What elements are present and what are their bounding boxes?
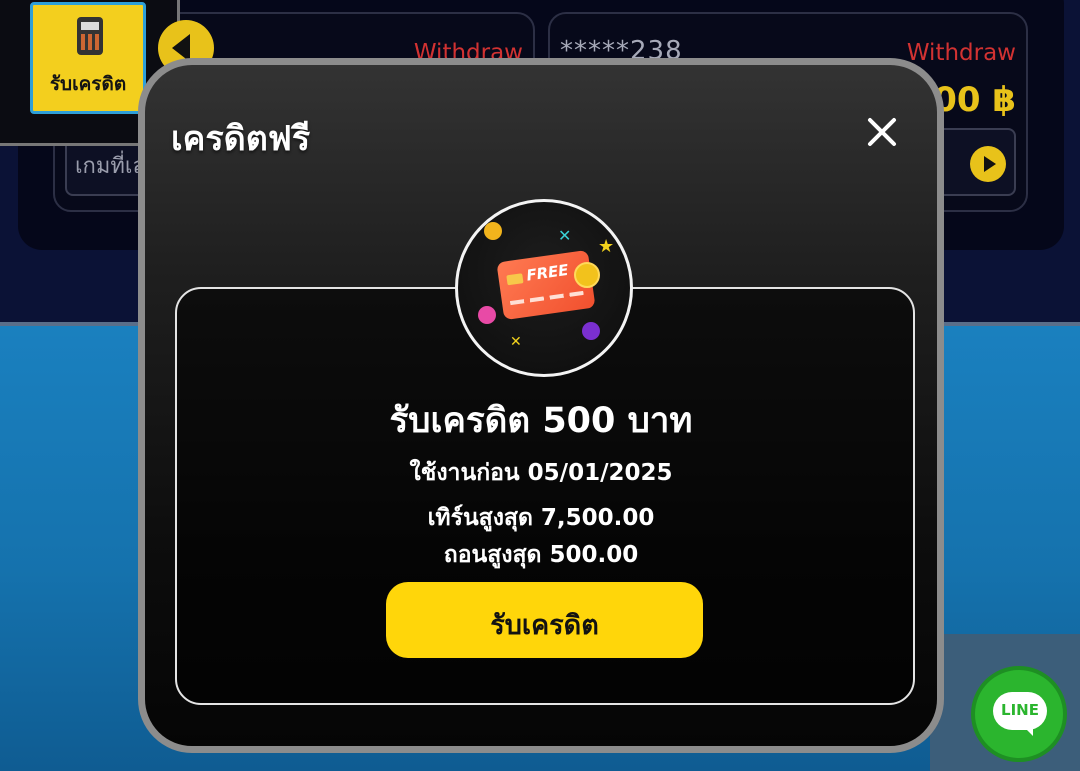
play-icon[interactable] xyxy=(970,146,1006,182)
coin-icon xyxy=(574,262,600,288)
card-chip-icon xyxy=(506,273,524,286)
withdraw-link[interactable]: Withdraw xyxy=(907,40,1016,66)
card-stripe xyxy=(509,290,584,306)
modal-title: เครดิตฟรี xyxy=(171,119,311,159)
max-turnover: เทิร์นสูงสุด 7,500.00 xyxy=(427,505,655,531)
use-before-date: ใช้งานก่อน 05/01/2025 xyxy=(409,460,673,486)
claim-credit-label: รับเครดิต xyxy=(490,610,599,641)
free-credit-modal: เครดิตฟรี ✕ ★ FREE ✕ รับเครดิต 500 บาท ใ… xyxy=(138,58,944,753)
emoji-icon xyxy=(484,222,502,240)
game-field-label: เกมที่เล xyxy=(75,154,146,179)
line-chat-button[interactable]: LINE xyxy=(975,670,1063,758)
sparkle-icon: ✕ xyxy=(510,334,522,350)
free-credit-badge: ✕ ★ FREE ✕ xyxy=(455,199,633,377)
quick-credit-tile[interactable]: รับเครดิต xyxy=(30,2,146,114)
pink-ball-icon xyxy=(478,306,496,324)
quick-credit-label: รับเครดิต xyxy=(49,73,127,95)
line-icon: LINE xyxy=(993,692,1047,736)
max-withdraw: ถอนสูงสุด 500.00 xyxy=(443,542,639,568)
badge-free-text: FREE xyxy=(525,260,570,285)
line-label: LINE xyxy=(1001,701,1039,719)
claim-credit-button[interactable]: รับเครดิต xyxy=(386,582,703,658)
close-icon[interactable] xyxy=(859,109,905,155)
star-icon: ★ xyxy=(598,236,615,257)
atm-icon xyxy=(77,17,103,55)
purple-ball-icon xyxy=(582,322,600,340)
sparkle-icon: ✕ xyxy=(558,226,572,245)
reward-title: รับเครดิต 500 บาท xyxy=(389,401,693,441)
